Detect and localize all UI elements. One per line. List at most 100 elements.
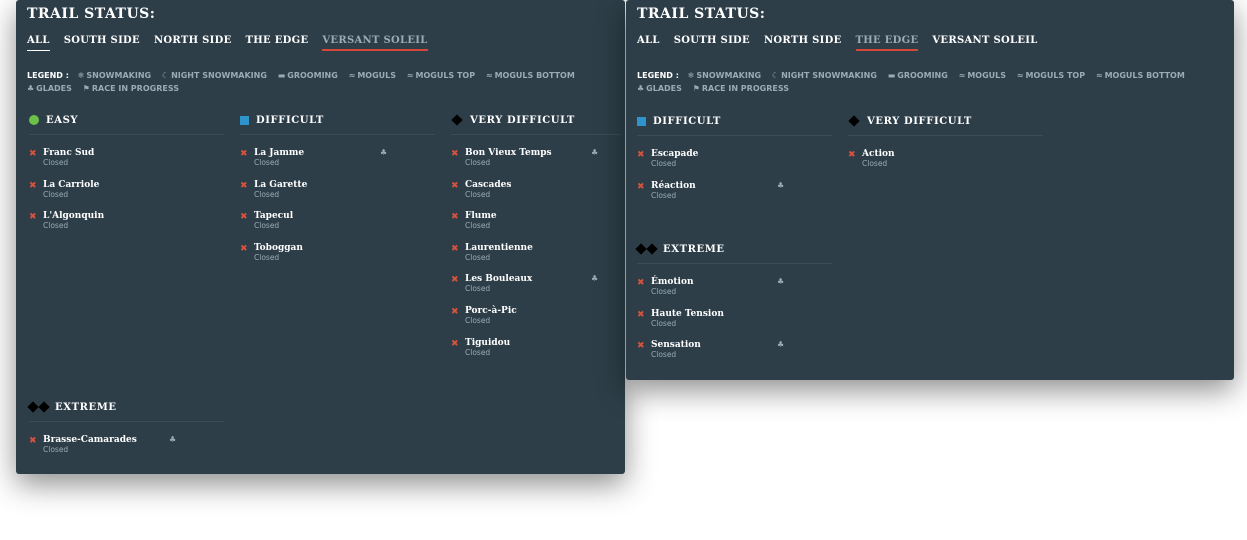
trail-item[interactable]: ✖ Porc-à-Pic Closed: [451, 306, 621, 338]
trail-item[interactable]: ✖ Sensation Closed ♣: [637, 340, 832, 372]
trail-status: Closed: [254, 158, 280, 167]
trail-name: Cascades: [465, 179, 512, 190]
trail-status: Closed: [465, 158, 491, 167]
section-easy: EASY ✖ Franc Sud Closed ✖ La Carriole Closed…: [29, 112, 224, 243]
legend-item-glades: ♣ GLADES: [27, 84, 72, 93]
legend-item-moguls-bottom: ≈ MOGULS BOTTOM: [485, 71, 575, 80]
tab-north-side[interactable]: NORTH SIDE: [764, 35, 842, 51]
tab-south-side[interactable]: SOUTH SIDE: [64, 35, 140, 51]
trail-status: Closed: [465, 221, 491, 231]
closed-x-icon: ✖: [29, 436, 37, 446]
trail-name: Franc Sud: [43, 148, 95, 158]
tab-versant-soleil[interactable]: VERSANT SOLEIL: [322, 35, 428, 51]
closed-x-icon: ✖: [451, 338, 459, 349]
closed-x-icon: ✖: [451, 243, 459, 254]
closed-x-icon: ✖: [451, 275, 459, 286]
closed-x-icon: ✖: [240, 180, 248, 191]
closed-x-icon: ✖: [29, 180, 37, 191]
trail-item[interactable]: ✖ Toboggan Closed: [240, 243, 435, 275]
trail-name: Toboggan: [254, 242, 303, 253]
trail-status: Closed: [651, 318, 677, 328]
tab-versant-soleil[interactable]: VERSANT SOLEIL: [932, 35, 1037, 51]
trail-name: La Garette: [254, 179, 308, 190]
moguls-top-icon: ≈: [1016, 71, 1024, 80]
tab-the-edge[interactable]: THE EDGE: [855, 35, 919, 51]
closed-x-icon: ✖: [637, 150, 645, 160]
trail-item[interactable]: ✖ Émotion Closed ♣: [637, 277, 832, 309]
snowflake-icon: ❄: [77, 71, 85, 80]
trail-name: Action: [862, 149, 895, 159]
section-header: VERY DIFFICULT: [848, 113, 1043, 136]
closed-x-icon: ✖: [637, 181, 645, 192]
section-header: DIFFICULT: [637, 113, 832, 136]
trail-item[interactable]: ✖ Brasse-Camarades Closed ♣: [29, 435, 224, 467]
trail-status: Closed: [862, 159, 888, 168]
legend-item-moguls: ≈ MOGULS: [348, 71, 396, 80]
trail-item[interactable]: ✖ Tiguidou Closed: [451, 338, 621, 370]
legend-item-race: ⚑ RACE IN PROGRESS: [692, 84, 789, 93]
trail-status: Closed: [465, 252, 491, 262]
legend-item-night-snowmaking: ☾ NIGHT SNOWMAKING: [161, 71, 267, 80]
trail-name: Bon Vieux Temps: [465, 148, 552, 158]
trail-item[interactable]: ✖ Bon Vieux Temps Closed ♣: [451, 148, 621, 180]
trail-status: Closed: [651, 159, 677, 168]
legend-label: LEGEND :: [637, 71, 679, 80]
snowflake-icon: ❄: [687, 71, 695, 80]
glades-icon: ♣: [591, 274, 599, 284]
glades-icon: ♣: [169, 435, 177, 444]
tab-all[interactable]: ALL: [27, 35, 50, 51]
panel-title: TRAIL STATUS:: [637, 6, 766, 22]
trail-item[interactable]: ✖ Escapade Closed: [637, 149, 832, 181]
trail-status: Closed: [254, 252, 280, 262]
trail-status-panel-the-edge: TRAIL STATUS: ALL SOUTH SIDE NORTH SIDE …: [626, 0, 1234, 380]
trail-item[interactable]: ✖ Tapecul Closed: [240, 211, 435, 243]
trail-item[interactable]: ✖ Laurentienne Closed: [451, 243, 621, 275]
trail-status: Closed: [43, 189, 69, 199]
trail-item[interactable]: ✖ Flume Closed: [451, 211, 621, 243]
trail-item[interactable]: ✖ Cascades Closed: [451, 180, 621, 212]
legend-item-snowmaking: ❄ SNOWMAKING: [687, 71, 762, 80]
legend-item-night-snowmaking: ☾ NIGHT SNOWMAKING: [771, 71, 877, 80]
section-very-difficult: VERY DIFFICULT ✖ Action Closed: [848, 113, 1043, 181]
legend-item-snowmaking: ❄ SNOWMAKING: [77, 71, 152, 80]
tab-south-side[interactable]: SOUTH SIDE: [674, 35, 750, 51]
glades-icon: ♣: [591, 148, 599, 157]
trail-item[interactable]: ✖ La Carriole Closed: [29, 180, 224, 212]
easy-circle-icon: [29, 115, 39, 125]
panel-title: TRAIL STATUS:: [27, 6, 156, 22]
tab-the-edge[interactable]: THE EDGE: [246, 35, 309, 51]
glades-icon: ♣: [380, 148, 388, 157]
trail-item[interactable]: ✖ Haute Tension Closed: [637, 309, 832, 341]
trail-item[interactable]: ✖ Franc Sud Closed: [29, 148, 224, 180]
trail-status: Closed: [43, 158, 69, 167]
closed-x-icon: ✖: [637, 309, 645, 320]
night-snowmaking-icon: ☾: [771, 71, 780, 80]
legend-item-moguls-top: ≈ MOGULS TOP: [1016, 71, 1086, 80]
trail-item[interactable]: ✖ Les Bouleaux Closed ♣: [451, 274, 621, 306]
legend-item-moguls-bottom: ≈ MOGULS BOTTOM: [1095, 71, 1185, 80]
area-tabs: ALL SOUTH SIDE NORTH SIDE THE EDGE VERSA…: [637, 35, 1038, 51]
trail-status: Closed: [254, 189, 280, 199]
legend-item-grooming: ▬ GROOMING: [887, 71, 948, 80]
black-diamond-icon: [848, 115, 860, 127]
closed-x-icon: ✖: [240, 212, 248, 223]
moguls-icon: ≈: [958, 71, 966, 80]
tab-north-side[interactable]: NORTH SIDE: [154, 35, 232, 51]
trail-item[interactable]: ✖ Réaction Closed ♣: [637, 181, 832, 213]
section-extreme: EXTREME ✖ Brasse-Camarades Closed ♣: [27, 399, 224, 467]
legend-item-glades: ♣ GLADES: [637, 84, 682, 93]
flag-icon: ⚑: [692, 84, 700, 93]
closed-x-icon: ✖: [240, 243, 248, 254]
trail-name: Émotion: [651, 277, 694, 287]
trail-item[interactable]: ✖ L'Algonquin Closed: [29, 211, 224, 243]
trail-name: Flume: [465, 211, 497, 222]
trail-status: Closed: [43, 445, 69, 454]
trail-item[interactable]: ✖ La Garette Closed: [240, 180, 435, 212]
trail-name: Laurentienne: [465, 242, 533, 253]
trail-status: Closed: [651, 190, 677, 200]
glades-icon: ♣: [637, 84, 645, 93]
tab-all[interactable]: ALL: [637, 35, 660, 51]
trail-item[interactable]: ✖ La Jamme Closed ♣: [240, 148, 435, 180]
trail-item[interactable]: ✖ Action Closed: [848, 149, 1043, 181]
trail-name: Escapade: [651, 149, 699, 159]
